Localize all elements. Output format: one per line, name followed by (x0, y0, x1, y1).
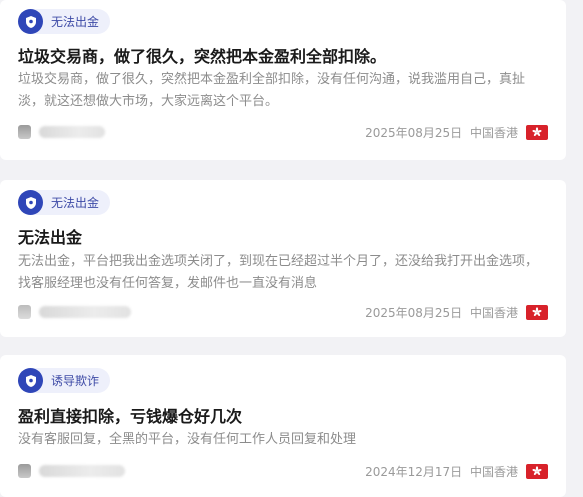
category-tag[interactable]: 诱导欺诈 (18, 368, 111, 393)
complaint-card[interactable]: 无法出金 无法出金 无法出金，平台把我出金选项关闭了，到现在已经超过半个月了，还… (0, 180, 566, 337)
post-location: 中国香港 (469, 464, 518, 479)
post-footer: 2024年12月17日 中国香港 (18, 461, 548, 481)
category-tag[interactable]: 无法出金 (18, 190, 111, 215)
shield-badge-icon (18, 9, 43, 34)
post-meta: 2025年08月25日 中国香港 (365, 124, 518, 141)
category-tag-label: 诱导欺诈 (51, 374, 100, 388)
post-title[interactable]: 盈利直接扣除，亏钱爆仓好几次 (18, 403, 548, 427)
post-footer: 2025年08月25日 中国香港 (18, 302, 548, 322)
post-location: 中国香港 (469, 125, 518, 140)
post-date: 2024年12月17日 (365, 464, 463, 479)
post-meta: 2024年12月17日 中国香港 (365, 463, 518, 480)
avatar[interactable] (18, 305, 31, 319)
username-redacted (39, 126, 105, 138)
hong-kong-flag-icon (526, 124, 548, 140)
post-location: 中国香港 (469, 305, 518, 320)
post-body: 无法出金，平台把我出金选项关闭了，到现在已经超过半个月了，还没给我打开出金选项，… (18, 254, 539, 291)
post-date: 2025年08月25日 (365, 125, 463, 140)
avatar[interactable] (18, 125, 31, 139)
post-title[interactable]: 垃圾交易商，做了很久，突然把本金盈利全部扣除。 (18, 43, 548, 67)
post-body: 垃圾交易商，做了很久，突然把本金盈利全部扣除，没有任何沟通，说我滥用自己，真扯淡… (18, 72, 526, 109)
username-redacted (39, 465, 125, 477)
shield-badge-icon (18, 368, 43, 393)
post-footer: 2025年08月25日 中国香港 (18, 122, 548, 142)
hong-kong-flag-icon (526, 304, 548, 320)
hong-kong-flag-icon (526, 463, 548, 479)
shield-badge-icon (18, 190, 43, 215)
complaint-feed: 无法出金 垃圾交易商，做了很久，突然把本金盈利全部扣除。 垃圾交易商，做了很久，… (0, 0, 583, 497)
post-date: 2025年08月25日 (365, 305, 463, 320)
post-meta: 2025年08月25日 中国香港 (365, 304, 518, 321)
category-tag[interactable]: 无法出金 (18, 9, 111, 34)
complaint-card[interactable]: 诱导欺诈 盈利直接扣除，亏钱爆仓好几次 没有客服回复，全黑的平台，没有任何工作人… (0, 355, 566, 497)
category-tag-label: 无法出金 (51, 15, 100, 29)
category-tag-label: 无法出金 (51, 196, 100, 210)
post-title[interactable]: 无法出金 (18, 224, 548, 248)
avatar[interactable] (18, 464, 31, 478)
complaint-card[interactable]: 无法出金 垃圾交易商，做了很久，突然把本金盈利全部扣除。 垃圾交易商，做了很久，… (0, 0, 566, 160)
post-body: 没有客服回复，全黑的平台，没有任何工作人员回复和处理 (18, 432, 357, 447)
username-redacted (39, 306, 131, 318)
